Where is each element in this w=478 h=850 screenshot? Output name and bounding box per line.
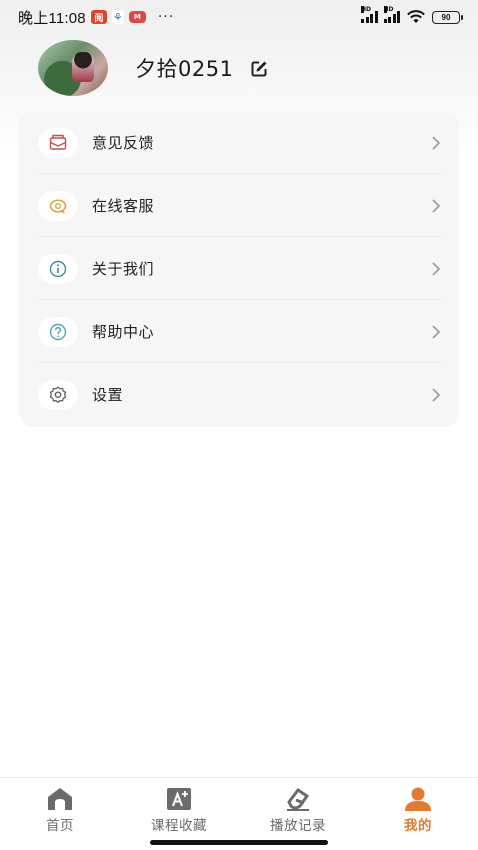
signal-icon: HD: [361, 6, 378, 23]
icon-badge: [38, 379, 78, 410]
course-favorite-icon: [167, 788, 191, 810]
nav-home[interactable]: 首页: [10, 786, 110, 834]
signal-hd-label: HD: [361, 6, 372, 13]
username: 夕拾0251: [135, 57, 234, 81]
more-notifications-icon: ···: [157, 9, 175, 25]
info-icon: [49, 260, 67, 277]
menu-item-settings[interactable]: 设置: [19, 363, 459, 426]
home-indicator[interactable]: [150, 840, 328, 845]
mail-feedback-icon: [49, 134, 67, 150]
icon-badge: [38, 190, 78, 221]
chevron-right-icon: [432, 387, 441, 402]
menu-item-label: 设置: [92, 386, 124, 404]
chevron-right-icon: [432, 135, 441, 150]
baidu-app-icon: ⚘: [111, 10, 124, 24]
chevron-right-icon: [432, 324, 441, 339]
avatar[interactable]: [38, 40, 108, 96]
nav-label: 首页: [46, 818, 74, 834]
icon-badge: [38, 253, 78, 284]
icon-badge: [38, 316, 78, 347]
nav-label: 课程收藏: [151, 818, 207, 834]
icon-badge: [38, 127, 78, 158]
nav-mine[interactable]: 我的: [368, 786, 468, 834]
menu-item-label: 关于我们: [92, 260, 155, 278]
message-app-icon: M: [128, 11, 146, 23]
chat-support-icon: [49, 198, 67, 214]
nav-label: 播放记录: [270, 818, 326, 834]
user-icon: [405, 787, 431, 811]
battery-icon: 90: [432, 10, 463, 24]
menu-item-help-center[interactable]: 帮助中心: [19, 300, 459, 363]
signal-hd-label: HD: [383, 6, 394, 13]
menu-item-about-us[interactable]: 关于我们: [19, 237, 459, 300]
signal-icon: HD: [383, 6, 400, 23]
menu-item-feedback[interactable]: 意见反馈: [19, 111, 459, 174]
menu-card: 意见反馈 在线客服 关于我们 帮助中心 设置: [19, 111, 459, 427]
status-time: 晚上11:08: [18, 9, 86, 27]
status-bar: 晚上11:08 阅 ⚘ M ··· HD HD 90: [0, 0, 478, 34]
nav-course-favorites[interactable]: 课程收藏: [129, 786, 229, 834]
chevron-right-icon: [432, 198, 441, 213]
menu-item-online-support[interactable]: 在线客服: [19, 174, 459, 237]
edit-icon[interactable]: [251, 60, 268, 77]
menu-item-label: 帮助中心: [92, 323, 155, 341]
reader-app-icon: 阅: [90, 10, 107, 24]
home-icon: [48, 788, 72, 810]
status-indicators: HD HD 90: [361, 6, 463, 24]
chevron-right-icon: [432, 261, 441, 276]
menu-item-label: 意见反馈: [92, 134, 155, 152]
nav-label: 我的: [404, 818, 432, 834]
profile-header: 夕拾0251: [38, 40, 268, 96]
play-history-icon: [287, 787, 310, 811]
wifi-icon: [407, 10, 425, 23]
menu-item-label: 在线客服: [92, 197, 155, 215]
help-icon: [49, 323, 67, 340]
nav-play-history[interactable]: 播放记录: [248, 786, 348, 834]
gear-icon: [49, 385, 67, 403]
